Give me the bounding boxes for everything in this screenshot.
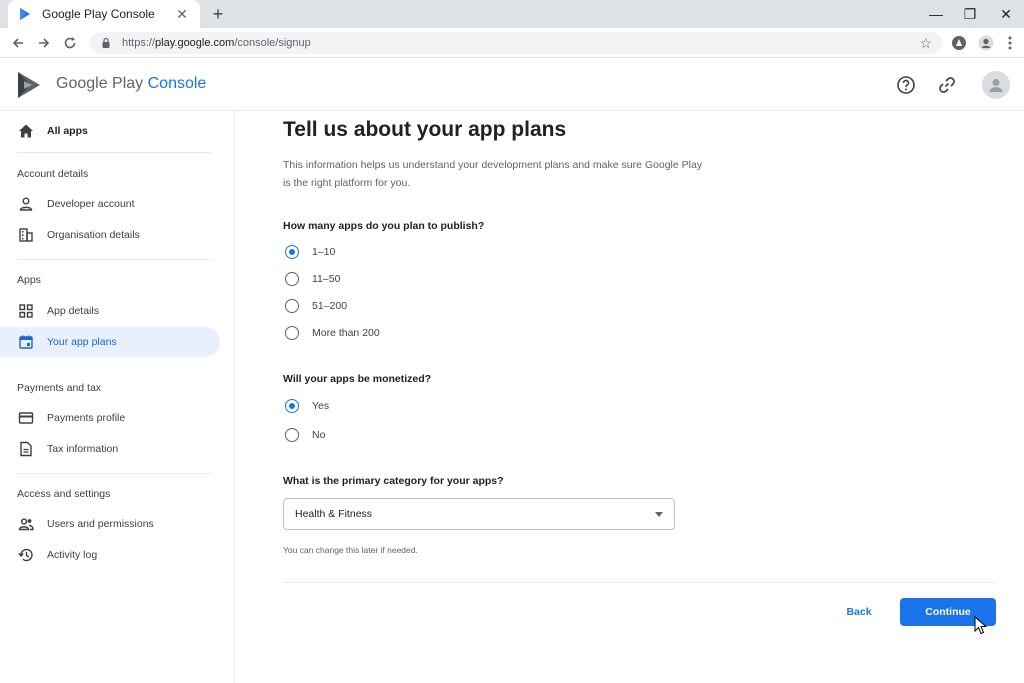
radio-option-more-than-200[interactable]: More than 200 [285, 324, 380, 342]
sidebar-item-payments-profile[interactable]: Payments profile [0, 403, 220, 433]
help-icon[interactable] [894, 73, 918, 97]
category-select-value: Health & Fitness [295, 508, 373, 520]
forward-arrow-icon[interactable] [34, 33, 54, 53]
sidebar-item-all-apps[interactable]: All apps [0, 116, 220, 146]
account-avatar[interactable] [982, 71, 1010, 99]
home-icon [17, 122, 35, 140]
sidebar-item-your-app-plans[interactable]: Your app plans [0, 327, 220, 357]
app-header: Google Play Console [0, 59, 1024, 111]
sidebar-item-label: App details [47, 305, 99, 317]
grid-icon [17, 302, 35, 320]
sidebar-item-users-permissions[interactable]: Users and permissions [0, 509, 220, 539]
sidebar-item-app-details[interactable]: App details [0, 296, 220, 326]
question-monetized: Will your apps be monetized? [283, 373, 432, 385]
reload-icon[interactable] [60, 33, 80, 53]
browser-menu-icon[interactable] [1000, 33, 1020, 53]
radio-label: Yes [312, 400, 330, 412]
sidebar-item-activity-log[interactable]: Activity log [0, 540, 220, 570]
browser-tab[interactable]: Google Play Console ✕ [8, 0, 200, 28]
people-icon [17, 515, 35, 533]
restore-window-icon[interactable]: ❐ [960, 4, 980, 24]
url-path: /console/signup [234, 37, 311, 49]
tab-close-icon[interactable]: ✕ [174, 6, 190, 23]
radio-option-yes[interactable]: Yes [285, 397, 329, 415]
document-icon [17, 440, 35, 458]
radio-checked-icon[interactable] [285, 399, 299, 413]
sidebar-section-access: Access and settings [17, 488, 111, 500]
url-text: https://play.google.com/console/signup [122, 37, 919, 49]
sidebar-item-label: Tax information [47, 443, 119, 455]
profile-icon[interactable] [976, 33, 996, 53]
radio-unchecked-icon[interactable] [285, 299, 299, 313]
page-title: Tell us about your app plans [283, 118, 567, 141]
sidebar-item-label: Activity log [47, 549, 98, 561]
sidebar-item-label: Payments profile [47, 412, 126, 424]
radio-unchecked-icon[interactable] [285, 326, 299, 340]
sidebar-divider [17, 259, 212, 260]
address-bar[interactable]: https://play.google.com/console/signup ☆ [90, 32, 942, 54]
history-icon [17, 546, 35, 564]
radio-label: No [312, 429, 326, 441]
radio-option-no[interactable]: No [285, 426, 325, 444]
tab-title: Google Play Console [42, 7, 155, 21]
back-button[interactable]: Back [834, 598, 884, 626]
play-console-logo-icon[interactable] [16, 71, 42, 99]
play-console-favicon-icon [18, 7, 32, 21]
sidebar-section-account: Account details [17, 168, 89, 180]
close-window-icon[interactable]: ✕ [996, 4, 1016, 24]
link-icon[interactable] [935, 73, 959, 97]
sidebar-item-developer-account[interactable]: Developer account [0, 189, 220, 219]
bookmark-star-icon[interactable]: ☆ [919, 35, 932, 52]
radio-checked-icon[interactable] [285, 245, 299, 259]
sidebar-item-label: Organisation details [47, 229, 140, 241]
mouse-cursor-icon [974, 616, 988, 635]
browser-toolbar: https://play.google.com/console/signup ☆ [0, 28, 1024, 58]
radio-option-11-50[interactable]: 11–50 [285, 270, 340, 288]
building-icon [17, 226, 35, 244]
lock-icon [100, 36, 114, 50]
sidebar-item-label: Developer account [47, 198, 135, 210]
sidebar-section-payments: Payments and tax [17, 382, 102, 394]
dropdown-caret-icon [655, 511, 663, 517]
sidebar-divider [17, 473, 212, 474]
radio-option-1-10[interactable]: 1–10 [285, 243, 335, 261]
question-apps-count: How many apps do you plan to publish? [283, 220, 485, 232]
url-scheme: https:// [122, 37, 156, 49]
radio-label: 1–10 [312, 246, 336, 258]
brand-console: Console [147, 75, 207, 92]
category-select[interactable]: Health & Fitness [283, 498, 675, 530]
radio-label: More than 200 [312, 327, 380, 339]
radio-option-51-200[interactable]: 51–200 [285, 297, 347, 315]
brand-google-play: Google Play [56, 75, 144, 92]
radio-unchecked-icon[interactable] [285, 272, 299, 286]
extension-icon[interactable] [949, 33, 969, 53]
radio-label: 11–50 [312, 273, 341, 285]
brand-title[interactable]: Google Play Console [56, 75, 206, 93]
footer-divider [283, 582, 995, 583]
sidebar-item-label: Users and permissions [47, 518, 154, 530]
person-icon [17, 195, 35, 213]
sidebar-divider [17, 152, 212, 153]
sidebar: All apps Account details Developer accou… [0, 111, 235, 683]
radio-label: 51–200 [312, 300, 348, 312]
sidebar-item-label: All apps [47, 125, 88, 137]
calendar-icon [17, 333, 35, 351]
minimize-icon[interactable]: — [926, 4, 946, 24]
back-arrow-icon[interactable] [8, 33, 28, 53]
sidebar-item-tax-information[interactable]: Tax information [0, 434, 220, 464]
sidebar-item-organisation-details[interactable]: Organisation details [0, 220, 220, 250]
intro-text: This information helps us understand you… [283, 159, 703, 189]
category-helper-text: You can change this later if needed. [283, 545, 418, 555]
sidebar-item-label: Your app plans [47, 336, 117, 348]
question-category: What is the primary category for your ap… [283, 475, 504, 487]
radio-unchecked-icon[interactable] [285, 428, 299, 442]
new-tab-button[interactable]: + [208, 4, 228, 24]
url-host: play.google.com [155, 37, 235, 49]
browser-tab-bar: Google Play Console ✕ + — ❐ ✕ [0, 0, 1024, 28]
credit-card-icon [17, 409, 35, 427]
sidebar-section-apps: Apps [17, 274, 41, 286]
